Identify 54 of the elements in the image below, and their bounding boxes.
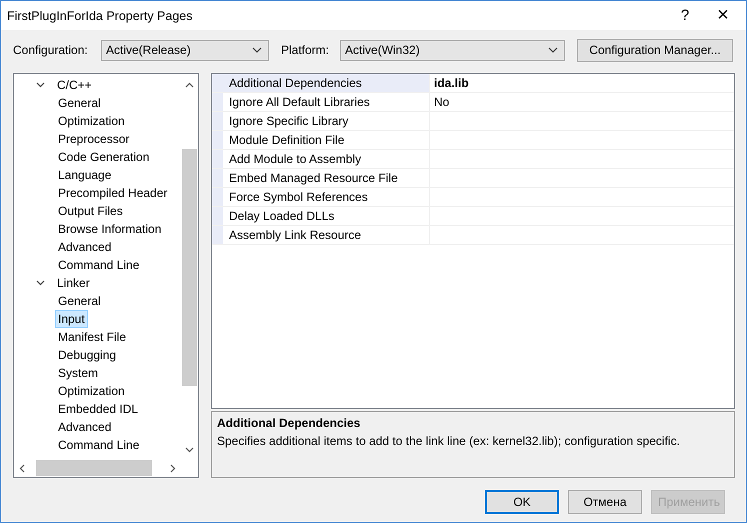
help-button[interactable]: ? [670, 7, 700, 24]
scroll-left-icon[interactable] [19, 464, 25, 472]
scroll-down-icon[interactable] [185, 447, 194, 453]
chevron-down-icon[interactable] [36, 82, 45, 88]
tree-item[interactable]: Optimization [55, 112, 128, 130]
configuration-dropdown[interactable]: Active(Release) [101, 40, 269, 60]
chevron-down-icon [252, 47, 262, 53]
tree-item[interactable]: Optimization [55, 382, 128, 400]
chevron-down-icon[interactable] [36, 280, 45, 286]
description-text: Specifies additional items to add to the link line (ex: kernel32.lib); configuration specific. [217, 434, 681, 448]
tree-item[interactable]: Embedded IDL [55, 400, 142, 418]
tree-item[interactable]: System [55, 364, 102, 382]
platform-label: Platform: [281, 43, 330, 57]
tree-item[interactable]: Input [55, 310, 88, 328]
tree-item[interactable]: Manifest File [55, 328, 130, 346]
property-name[interactable]: Add Module to Assembly [212, 150, 430, 169]
platform-dropdown[interactable]: Active(Win32) [340, 40, 566, 60]
tree-item[interactable]: Preprocessor [55, 130, 132, 148]
tree-item[interactable]: Linker [54, 274, 93, 292]
tree-item[interactable]: Precompiled Header [55, 184, 170, 202]
window-title: FirstPlugInForIda Property Pages [7, 8, 194, 22]
tree-item[interactable]: Command Line [55, 256, 142, 274]
scroll-right-icon[interactable] [170, 464, 176, 472]
property-name[interactable]: Additional Dependencies [212, 74, 430, 93]
description-title: Additional Dependencies [217, 416, 362, 430]
tree-item[interactable]: Language [55, 166, 114, 184]
tree-item[interactable]: C/C++ [54, 76, 95, 94]
tree-item[interactable]: Advanced [55, 418, 114, 436]
property-name[interactable]: Embed Managed Resource File [212, 169, 430, 188]
ok-button[interactable]: OK [485, 490, 559, 514]
tree-item[interactable]: Code Generation [55, 148, 152, 166]
tree-item[interactable]: Advanced [55, 238, 114, 256]
scroll-up-icon[interactable] [185, 82, 194, 88]
property-value[interactable]: ida.lib [430, 74, 734, 93]
property-value[interactable]: No [430, 93, 734, 112]
property-name[interactable]: Ignore Specific Library [212, 112, 430, 131]
close-button[interactable]: × [700, 4, 746, 27]
property-name[interactable]: Ignore All Default Libraries [212, 93, 430, 112]
property-name[interactable]: Delay Loaded DLLs [212, 207, 430, 226]
chevron-down-icon [548, 47, 558, 53]
tree-item[interactable]: General [55, 292, 104, 310]
tree-item[interactable]: Command Line [55, 436, 142, 454]
tree-item[interactable]: General [55, 94, 104, 112]
configuration-manager-button[interactable]: Configuration Manager... [577, 38, 734, 62]
property-name[interactable]: Assembly Link Resource [212, 226, 430, 245]
tree-item[interactable]: Output Files [55, 202, 126, 220]
tree-item[interactable]: Debugging [55, 346, 120, 364]
configuration-label: Configuration: [13, 43, 89, 57]
property-name[interactable]: Module Definition File [212, 131, 430, 150]
property-name[interactable]: Force Symbol References [212, 188, 430, 207]
scroll-thumb[interactable] [36, 460, 152, 476]
scroll-thumb[interactable] [182, 149, 197, 386]
dialog-button[interactable]: Отмена [568, 490, 642, 514]
tree-item[interactable]: Browse Information [55, 220, 164, 238]
